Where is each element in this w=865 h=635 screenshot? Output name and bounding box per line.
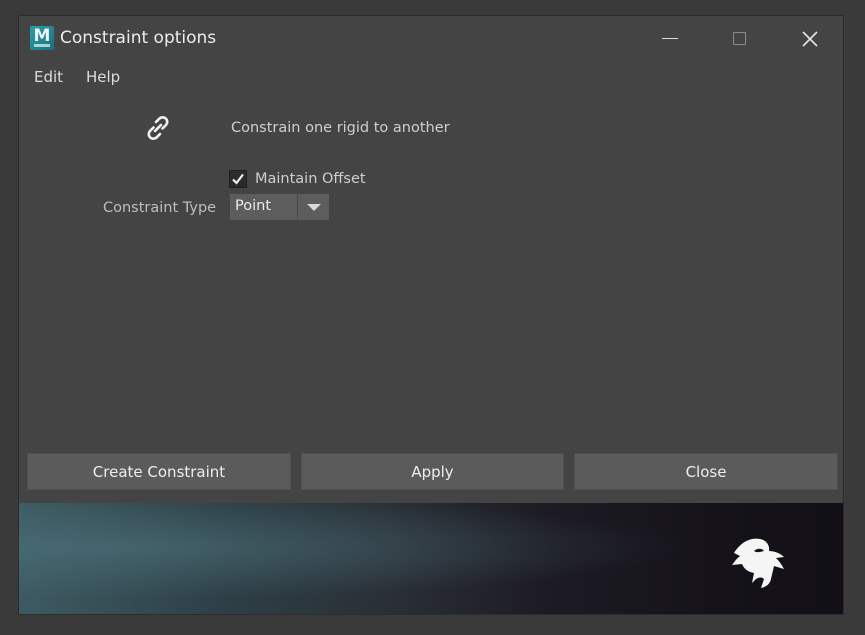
- checkmark-icon: [232, 173, 244, 185]
- menu-edit[interactable]: Edit: [34, 68, 63, 86]
- window-title: Constraint options: [60, 28, 217, 48]
- app-icon-letter: M: [33, 26, 51, 46]
- close-button[interactable]: Close: [574, 453, 838, 490]
- title-bar[interactable]: M Constraint options: [19, 16, 843, 61]
- link-icon: [147, 116, 169, 140]
- maintain-offset-label[interactable]: Maintain Offset: [255, 171, 366, 187]
- dropdown-arrow[interactable]: [297, 194, 329, 220]
- minimize-button[interactable]: [639, 16, 701, 61]
- maximize-button[interactable]: [708, 16, 770, 61]
- constraint-type-value: Point: [235, 198, 272, 214]
- menu-help[interactable]: Help: [86, 68, 120, 86]
- maximize-icon: [732, 32, 746, 45]
- minimize-icon: [662, 38, 678, 39]
- bifrost-logo-icon: [732, 538, 784, 588]
- banner-image: [19, 503, 843, 614]
- menu-bar: Edit Help: [19, 64, 843, 90]
- description-text: Constrain one rigid to another: [231, 120, 450, 136]
- constraint-options-window: M Constraint options Edit Help Constrain…: [18, 15, 844, 615]
- maya-app-icon: M: [30, 26, 54, 50]
- constraint-type-dropdown[interactable]: Point: [230, 194, 329, 220]
- create-constraint-button[interactable]: Create Constraint: [27, 453, 291, 490]
- apply-button[interactable]: Apply: [301, 453, 564, 490]
- close-window-button[interactable]: [779, 16, 841, 61]
- close-icon: [802, 30, 818, 47]
- chevron-down-icon: [306, 203, 321, 211]
- constraint-type-label: Constraint Type: [103, 200, 217, 216]
- maintain-offset-checkbox[interactable]: [229, 170, 247, 188]
